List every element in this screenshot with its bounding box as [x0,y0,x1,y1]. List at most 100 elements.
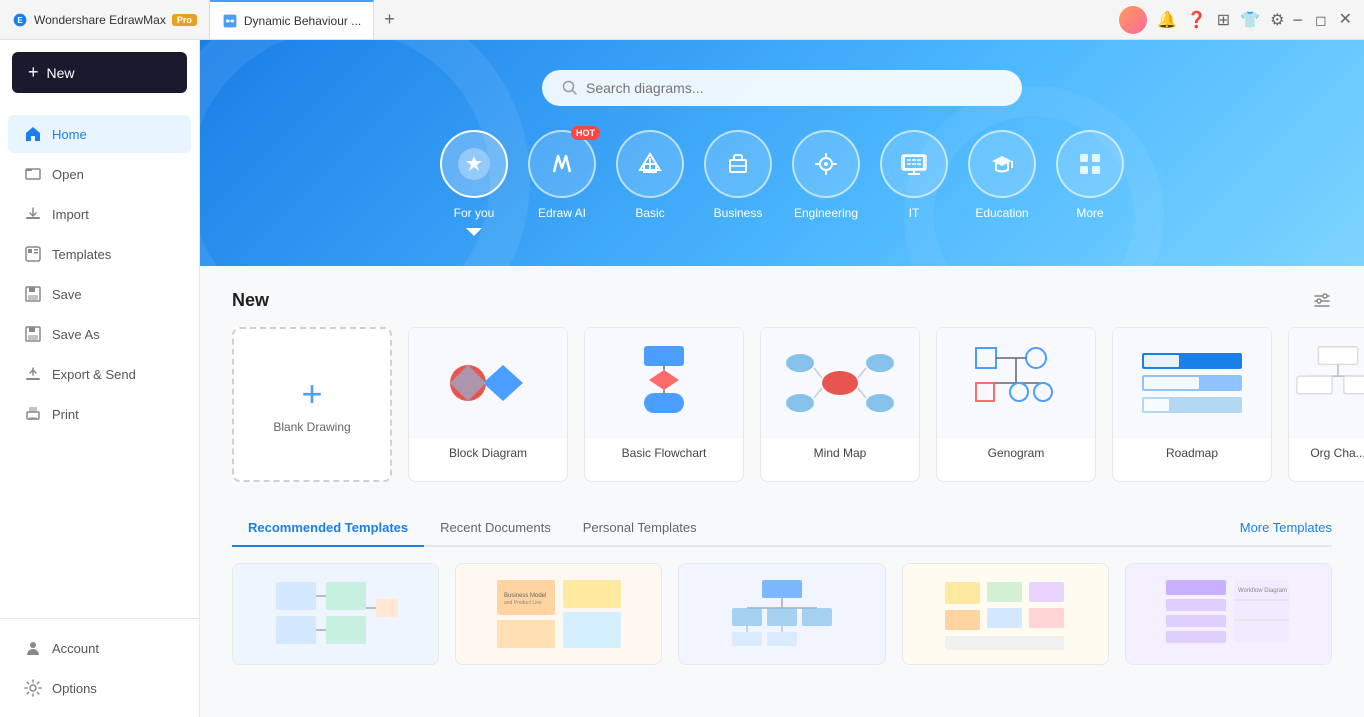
category-business-label: Business [714,206,763,220]
template-name-basic-flowchart: Basic Flowchart [585,438,743,468]
sidebar-item-import-label: Import [52,207,89,222]
new-button[interactable]: + New [12,52,187,93]
settings-list-icon [1312,291,1332,311]
pro-badge: Pro [172,14,197,26]
account-icon [24,639,42,657]
sidebar-item-export-label: Export & Send [52,367,136,382]
tab-recommended[interactable]: Recommended Templates [232,510,424,547]
sidebar-nav: Home Open Import Templates [0,105,199,618]
category-education-label: Education [975,206,1028,220]
template-card-mind-map[interactable]: Mind Map [760,327,920,482]
sidebar-item-account[interactable]: Account [8,629,191,667]
template-name-genogram: Genogram [937,438,1095,468]
template-preview-roadmap [1113,328,1271,438]
settings-icon[interactable]: ⚙ [1270,10,1284,30]
category-more[interactable]: More [1056,130,1124,236]
sidebar-item-open[interactable]: Open [8,155,191,193]
rec-card-img-2: Business Model and Product Line [456,564,661,664]
tab-edrawmax[interactable]: E Wondershare EdrawMax Pro [0,0,210,39]
category-edraw-ai-icon-wrap: HOT [528,130,596,198]
category-engineering-label: Engineering [794,206,858,220]
add-tab-button[interactable]: + [374,0,405,39]
tab-dynamic-behaviour[interactable]: Dynamic Behaviour ... [210,0,374,39]
more-templates-link[interactable]: More Templates [1240,520,1332,535]
sidebar-item-options-label: Options [52,681,97,696]
rec-card-img-3 [679,564,884,664]
new-section-settings[interactable] [1312,291,1332,311]
rec-card-5[interactable]: Workflow Diagram [1125,563,1332,665]
category-engineering[interactable]: Engineering [792,130,860,236]
sidebar-item-save-label: Save [52,287,82,302]
titlebar: E Wondershare EdrawMax Pro Dynamic Behav… [0,0,1364,40]
template-card-genogram[interactable]: Genogram [936,327,1096,482]
sidebar-item-templates[interactable]: Templates [8,235,191,273]
category-basic[interactable]: Basic [616,130,684,236]
sidebar-item-export[interactable]: Export & Send [8,355,191,393]
category-business[interactable]: Business [704,130,772,236]
notification-icon[interactable]: 🔔 [1157,10,1177,30]
sidebar-item-print-label: Print [52,407,79,422]
category-edraw-ai[interactable]: HOT Edraw AI [528,130,596,236]
diagram-icon [222,13,238,29]
blank-drawing-card[interactable]: + Blank Drawing [232,327,392,482]
templates-icon [24,245,42,263]
share-icon[interactable]: 👕 [1240,10,1260,30]
category-edraw-ai-label: Edraw AI [538,206,586,220]
template-card-basic-flowchart[interactable]: Basic Flowchart [584,327,744,482]
search-input[interactable] [586,80,1002,96]
sidebar: + New Home Open [0,40,200,717]
new-section-header: New [232,290,1332,311]
minimize-button[interactable]: − [1292,11,1303,29]
templates-grid: + Blank Drawing Block Diagram [232,327,1332,482]
template-card-org-chart[interactable]: Org Cha... [1288,327,1364,482]
window-controls: − ◻ ✕ [1292,11,1364,29]
tab-personal-templates[interactable]: Personal Templates [567,510,713,547]
new-plus-icon: + [28,62,39,83]
rec-card-3[interactable] [678,563,885,665]
open-icon [24,165,42,183]
sidebar-item-import[interactable]: Import [8,195,191,233]
main-content: For you HOT Edraw AI [200,40,1364,717]
education-icon [984,146,1020,182]
tabs-row: Recommended Templates Recent Documents P… [232,510,1332,547]
sidebar-item-account-label: Account [52,641,99,656]
help-icon[interactable]: ❓ [1187,10,1207,30]
new-section-title: New [232,290,269,311]
category-for-you[interactable]: For you [440,130,508,236]
tab-recent-documents[interactable]: Recent Documents [424,510,567,547]
options-icon [24,679,42,697]
category-education[interactable]: Education [968,130,1036,236]
category-education-icon-wrap [968,130,1036,198]
search-bar-wrapper [240,70,1324,106]
titlebar-right-icons: 🔔 ❓ ⊞ 👕 ⚙ [1119,6,1293,34]
sidebar-item-print[interactable]: Print [8,395,191,433]
template-card-block-diagram[interactable]: Block Diagram [408,327,568,482]
restore-button[interactable]: ◻ [1315,13,1327,27]
active-indicator [466,228,482,236]
apps-icon[interactable]: ⊞ [1217,10,1230,30]
tab-dynamic-label: Dynamic Behaviour ... [244,14,361,28]
sidebar-item-save-as[interactable]: Save As [8,315,191,353]
sidebar-item-save[interactable]: Save [8,275,191,313]
category-it-label: IT [909,206,920,220]
template-name-roadmap: Roadmap [1113,438,1271,468]
user-avatar[interactable] [1119,6,1147,34]
sidebar-item-options[interactable]: Options [8,669,191,707]
template-name-mind-map: Mind Map [761,438,919,468]
template-preview-basic-flowchart [585,328,743,438]
search-container[interactable] [542,70,1022,106]
close-button[interactable]: ✕ [1339,12,1352,28]
svg-text:Workflow Diagram: Workflow Diagram [1238,588,1287,594]
home-icon [24,125,42,143]
category-business-icon-wrap [704,130,772,198]
rec-card-1[interactable] [232,563,439,665]
template-preview-block-diagram [409,328,567,438]
rec-card-4[interactable] [902,563,1109,665]
category-more-label: More [1076,206,1103,220]
category-it[interactable]: IT [880,130,948,236]
sidebar-item-home-label: Home [52,127,87,142]
category-engineering-icon-wrap [792,130,860,198]
template-card-roadmap[interactable]: Roadmap [1112,327,1272,482]
rec-card-2[interactable]: Business Model and Product Line [455,563,662,665]
sidebar-item-home[interactable]: Home [8,115,191,153]
